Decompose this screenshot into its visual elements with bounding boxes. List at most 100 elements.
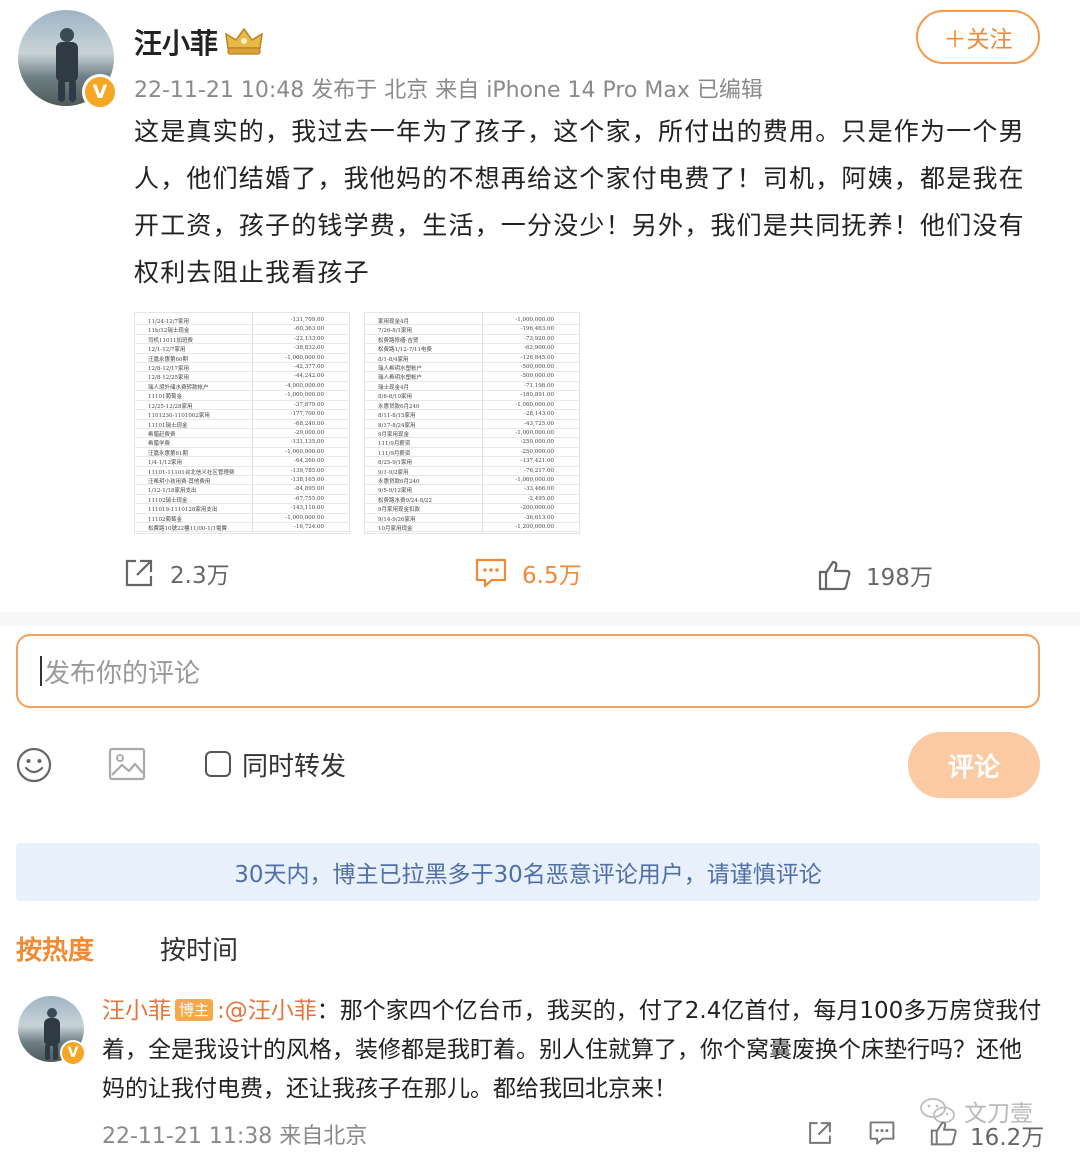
sort-by-hot-tab[interactable]: 按热度 xyxy=(16,930,94,967)
column-divider xyxy=(252,312,253,534)
sheet-cell-label: 9月家用现金扣款 xyxy=(378,507,420,514)
repost-checkbox[interactable] xyxy=(205,751,231,777)
sheet-cell-amount: -28,143.00 xyxy=(524,411,554,418)
sheet-cell-amount: -38,832.00 xyxy=(294,345,324,352)
sheet-cell-label: 111/9月薪资 xyxy=(378,450,411,457)
sheet-cell-amount: -1,000,000.00 xyxy=(285,514,324,521)
sheet-cell-amount: -62,900.00 xyxy=(524,345,554,352)
sheet-cell-label: 1/12-1/18家用支出 xyxy=(148,488,197,495)
sheet-cell-label: 7/26-8/1家用 xyxy=(378,328,413,335)
sheet-cell-label: 11102葡萄金 xyxy=(148,516,182,523)
sheet-cell-label: 11101-11101台北信义社区管理费 xyxy=(148,469,235,476)
comment-action[interactable]: 6.5万 xyxy=(474,556,582,590)
sheet-cell-label: 8/11-8/15家用 xyxy=(378,413,416,420)
comment-body: 汪小菲 博主:@汪小菲：那个家四个亿台币，我买的，付了2.4亿首付，每月100多万… xyxy=(102,992,1042,1109)
repost-icon xyxy=(125,559,153,587)
sheet-cell-amount: -137,421.00 xyxy=(520,458,554,465)
comment-warning-notice: 30天内，博主已拉黑多于30名恶意评论用户，请谨慎评论 xyxy=(16,843,1040,901)
sheet-cell-label: 永惠贷款6月240 xyxy=(378,478,420,485)
sheet-cell-label: 1101230-1101002家用 xyxy=(148,413,210,420)
comment-reply-icon[interactable] xyxy=(868,1120,896,1146)
sheet-cell-amount: -68,240.00 xyxy=(294,420,324,427)
sheet-cell-label: 11/24-12/7家用 xyxy=(148,319,190,325)
sheet-cell-amount: -1,060,000.00 xyxy=(515,476,554,483)
sheet-cell-amount: -29,000.00 xyxy=(294,429,324,436)
comment-verified-badge-icon: V xyxy=(60,1040,86,1066)
sheet-cell-amount: -1,060,000.00 xyxy=(285,354,324,361)
sheet-cell-label: 汪嘉永惠第60期 xyxy=(148,356,188,363)
sort-by-time-tab[interactable]: 按时间 xyxy=(160,930,238,967)
section-divider xyxy=(0,612,1080,626)
sheet-cell-label: 8/1-8/4家用 xyxy=(378,356,409,363)
sheet-cell-label: 11101瑞士现金 xyxy=(148,422,188,429)
sheet-cell-amount: -177,700.00 xyxy=(290,411,324,418)
sheet-cell-label: 松费路1/12-7/11电费 xyxy=(378,347,433,354)
sheet-cell-amount: -4,000,000.00 xyxy=(285,382,324,389)
sheet-cell-amount: -84,895.00 xyxy=(294,486,324,493)
sheet-cell-label: 11b/12瑞士现金 xyxy=(148,328,190,335)
sheet-cell-amount: -250,000.00 xyxy=(520,439,554,446)
sheet-cell-amount: -73,920.00 xyxy=(524,335,554,342)
sheet-cell-label: 8/8-8/10家用 xyxy=(378,394,413,401)
like-action[interactable]: 198万 xyxy=(818,558,933,592)
sheet-cell-label: 111019-1110128家用支出 xyxy=(148,507,218,514)
sheet-cell-amount: -139,785.00 xyxy=(290,467,324,474)
image-icon[interactable] xyxy=(108,747,146,781)
comment-author-name[interactable]: 汪小菲 xyxy=(102,998,171,1024)
comment-input[interactable]: 发布你的评论 xyxy=(16,634,1040,708)
sheet-cell-label: 12/8-12/17家用 xyxy=(148,366,190,372)
comment-count: 6.5万 xyxy=(522,563,582,589)
sheet-cell-amount: -200,000.00 xyxy=(520,505,554,512)
sheet-cell-label: 9/1-9/2家用 xyxy=(378,469,409,476)
blogger-tag-badge: 博主 xyxy=(175,999,214,1021)
sheet-cell-label: 汪嘉永惠第61期 xyxy=(148,450,188,457)
sheet-cell-amount: -196,463.00 xyxy=(520,326,554,333)
sheet-cell-label: 瑞人希玥水塑帐户 xyxy=(378,375,423,382)
sheet-cell-label: 汪希玥小孩用费-其他费用 xyxy=(148,478,211,485)
sheet-cell-amount: -131,135.00 xyxy=(290,439,324,446)
comment-input-placeholder: 发布你的评论 xyxy=(44,658,201,689)
sheet-cell-amount: -43,725.00 xyxy=(524,420,554,427)
post-author-name[interactable]: 汪小菲 xyxy=(134,22,218,62)
comment-meta: 22-11-21 11:38 来自北京 xyxy=(102,1124,368,1149)
follow-button[interactable]: ＋关注 xyxy=(916,10,1040,64)
sheet-cell-label: 12/1-12/7家用 xyxy=(148,347,186,354)
comment-icon xyxy=(475,558,507,588)
sheet-cell-amount: -16,724.00 xyxy=(294,523,324,530)
comment-mention[interactable]: :@汪小菲 xyxy=(217,998,317,1024)
sheet-cell-amount: -131,709.00 xyxy=(290,317,324,323)
sheet-cell-amount: -33,466.00 xyxy=(524,486,554,493)
sheet-cell-label: 9/14-9/26家用 xyxy=(378,516,416,523)
sheet-cell-amount: -1,000,000.00 xyxy=(515,429,554,436)
post-image-2[interactable]: 家用现金4月 -1,000,000.00 7/26-8/1家用 -196,463.00… xyxy=(364,312,580,534)
sheet-cell-label: 司机11011加班费 xyxy=(148,337,193,344)
sheet-cell-amount: -71,198.00 xyxy=(524,382,554,389)
sheet-cell-label: 希腊学费 xyxy=(148,441,171,448)
sheet-cell-amount: -44,242.00 xyxy=(294,373,324,380)
sheet-cell-label: 10月家用现金 xyxy=(378,525,413,532)
text-caret xyxy=(40,656,42,686)
sheet-cell-amount: -143,110.00 xyxy=(290,505,324,512)
sheet-cell-amount: -1,060,000.00 xyxy=(515,401,554,408)
comment-like-icon[interactable] xyxy=(930,1120,958,1146)
submit-comment-button[interactable]: 评论 xyxy=(908,732,1040,798)
comment-repost-icon[interactable] xyxy=(806,1119,834,1147)
verified-badge-icon: V xyxy=(82,74,118,110)
column-divider xyxy=(482,312,483,534)
sheet-cell-label: 12/8-12/25家用 xyxy=(148,375,190,382)
sheet-cell-label: 永惠贷款6月240 xyxy=(378,403,420,410)
sheet-cell-amount: -76,217.00 xyxy=(524,467,554,474)
sheet-cell-amount: -22,133.00 xyxy=(294,335,324,342)
sheet-cell-label: 松费路水费9/24-8/22 xyxy=(378,497,433,504)
sheet-cell-amount: -500,000.00 xyxy=(520,373,554,380)
sheet-cell-label: 松费路修缮-吉贤 xyxy=(378,337,419,344)
repost-action[interactable]: 2.3万 xyxy=(122,556,230,590)
post-meta: 22-11-21 10:48 发布于 北京 来自 iPhone 14 Pro M… xyxy=(134,78,763,103)
sheet-cell-label: 家用现金4月 xyxy=(378,319,409,325)
sheet-cell-amount: -36,613.00 xyxy=(524,514,554,521)
sheet-cell-amount: -180,891.00 xyxy=(520,392,554,399)
sheet-cell-label: 1/4-1/12家用 xyxy=(148,460,183,467)
post-image-1[interactable]: 11/24-12/7家用 -131,709.00 11b/12瑞士现金 -60,363… xyxy=(134,312,350,534)
repost-checkbox-label[interactable]: 同时转发 xyxy=(242,746,346,783)
smiley-icon[interactable] xyxy=(16,747,52,783)
